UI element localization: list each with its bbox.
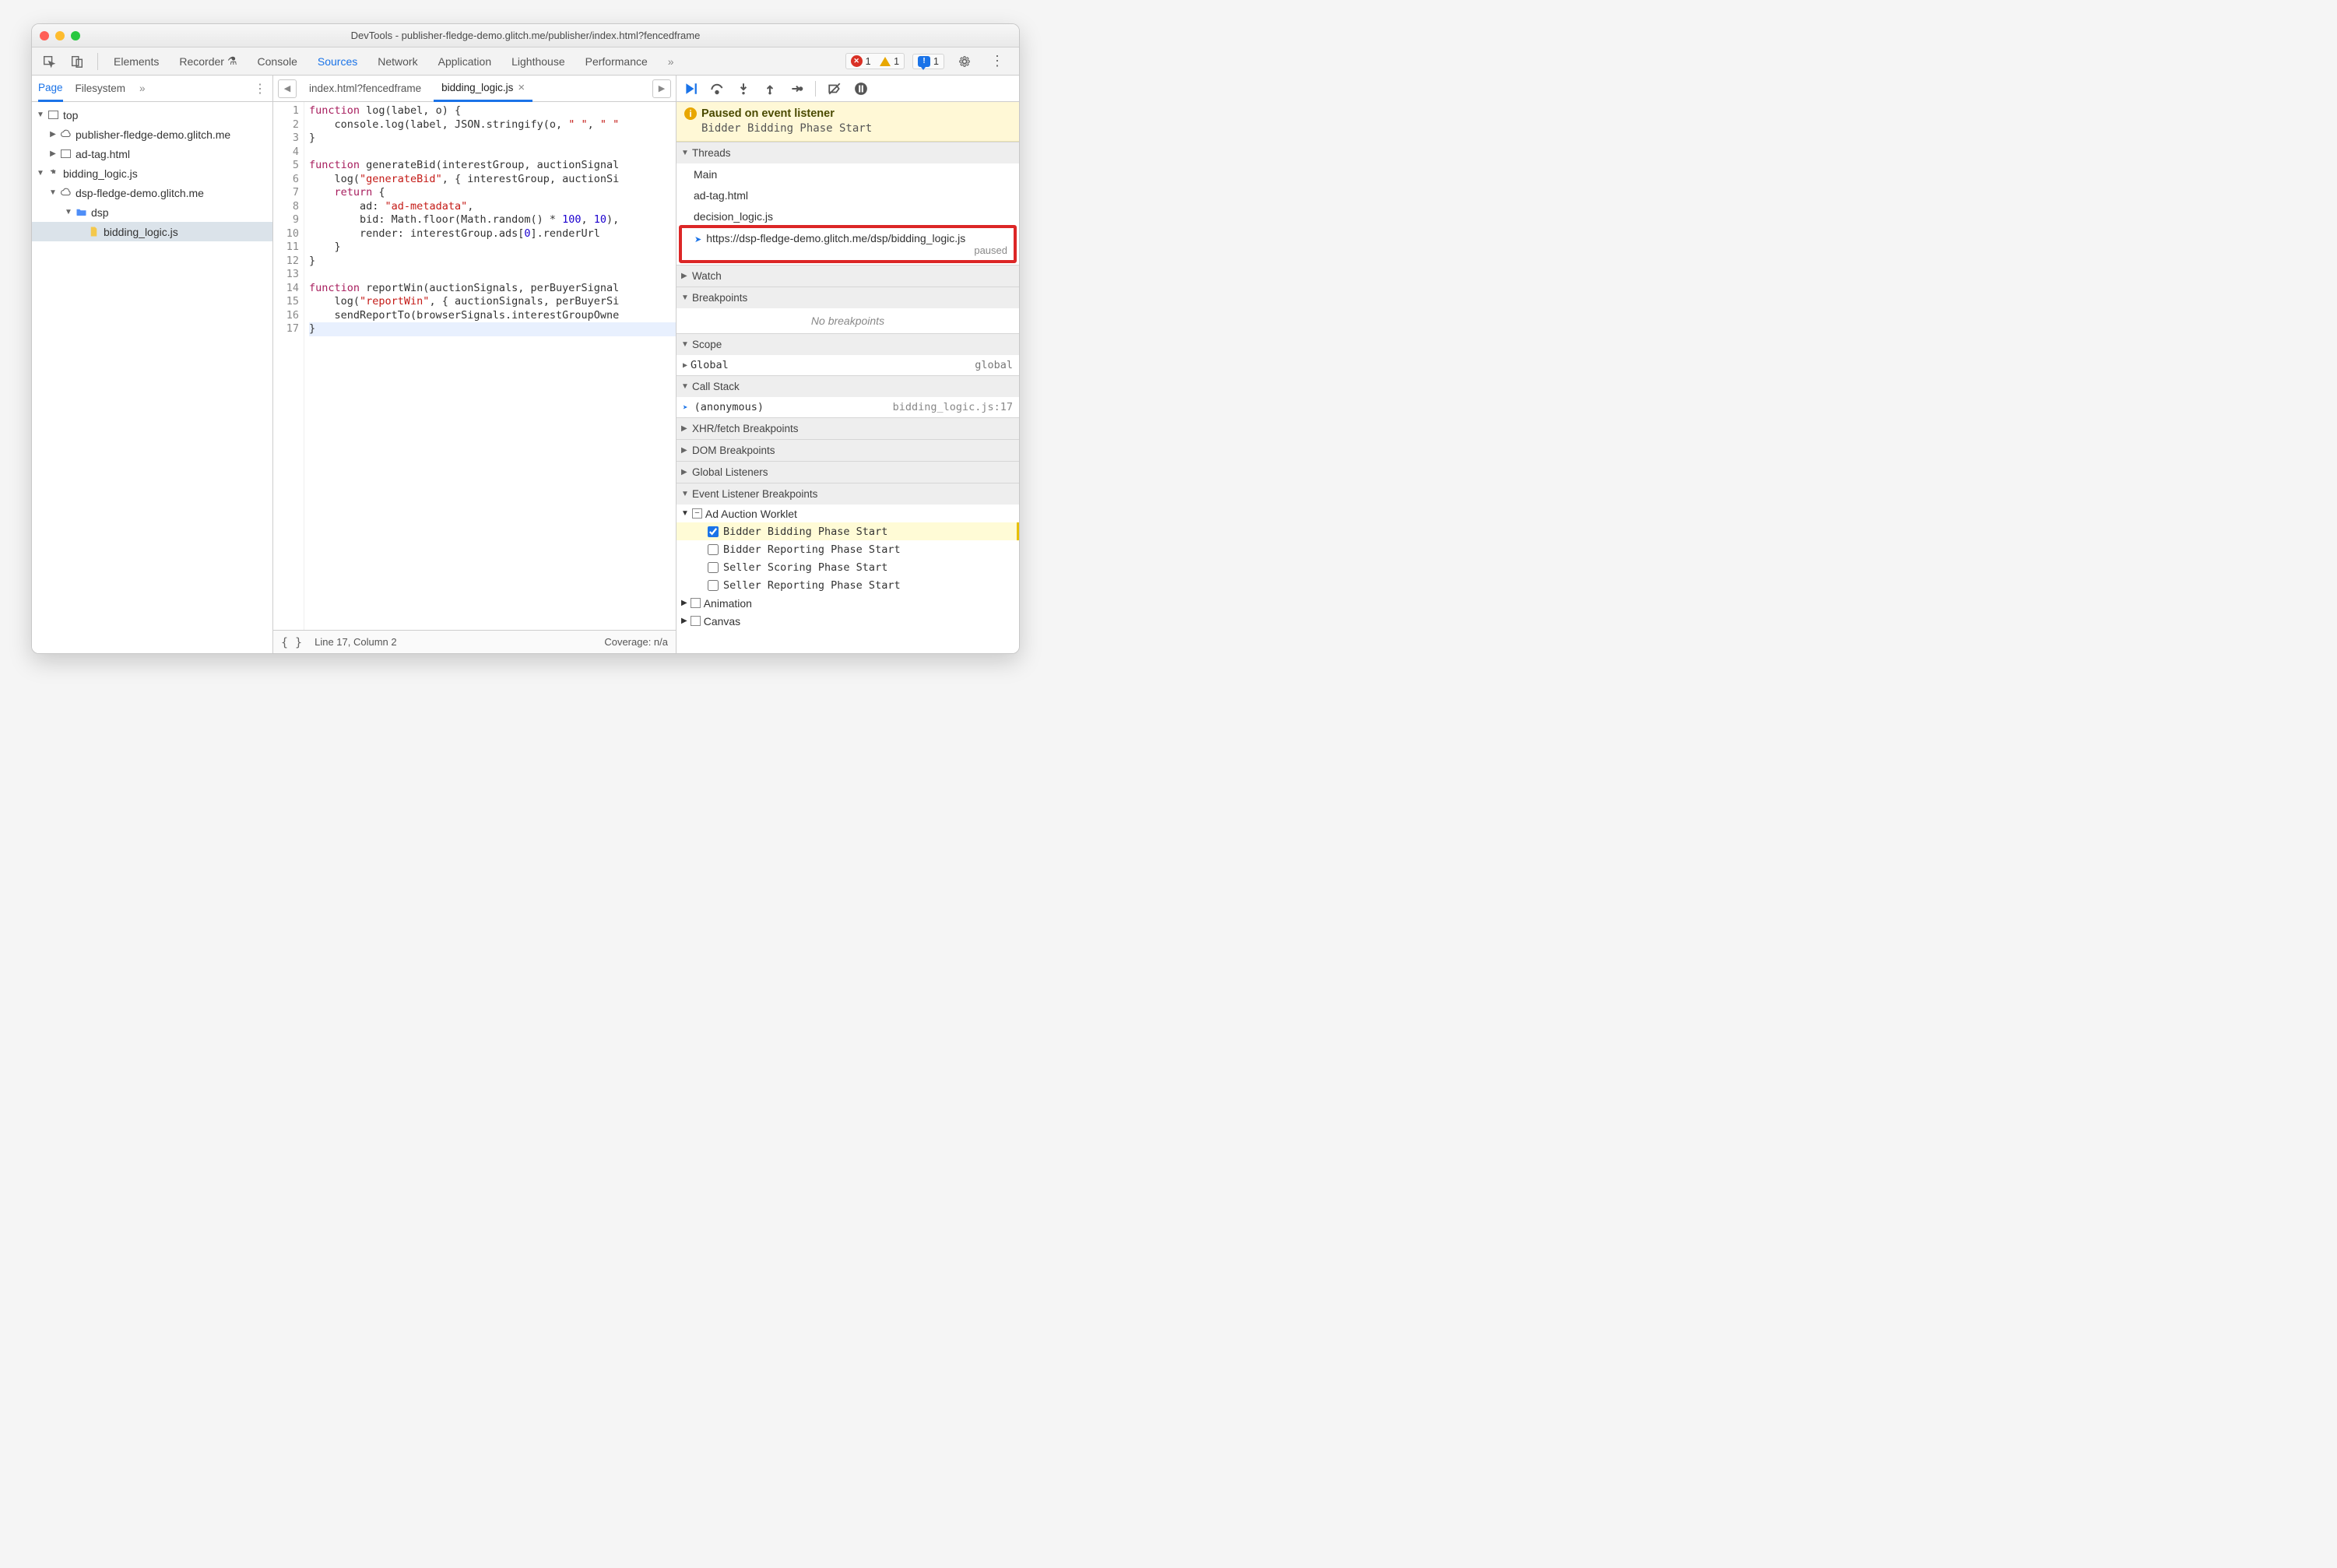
flask-icon: ⚗ xyxy=(227,54,237,68)
line-gutter: 1234567891011121314151617 xyxy=(273,102,304,630)
file-tree: ▼top ▶publisher-fledge-demo.glitch.me ▶a… xyxy=(32,102,272,653)
tab-console[interactable]: Console xyxy=(256,54,299,68)
paused-banner: iPaused on event listener Bidder Bidding… xyxy=(676,102,1019,142)
event-bp-checkbox[interactable] xyxy=(708,544,719,555)
debugger-panel: iPaused on event listener Bidder Bidding… xyxy=(676,76,1019,653)
event-bp-checkbox[interactable] xyxy=(708,526,719,537)
section-watch[interactable]: ▶Watch xyxy=(676,265,1019,287)
section-scope[interactable]: ▼Scope xyxy=(676,334,1019,355)
navtab-more-icon[interactable]: » xyxy=(139,76,146,102)
event-bp-seller-scoring-start[interactable]: Seller Scoring Phase Start xyxy=(676,558,1019,576)
tab-application[interactable]: Application xyxy=(437,54,494,68)
tree-frame-top[interactable]: ▼top xyxy=(32,105,272,125)
tab-sources[interactable]: Sources xyxy=(316,54,359,68)
coverage-status: Coverage: n/a xyxy=(604,636,668,648)
gear-icon xyxy=(46,167,60,180)
step-over-icon[interactable] xyxy=(709,81,725,97)
close-tab-icon[interactable]: × xyxy=(518,81,525,94)
event-bp-checkbox[interactable] xyxy=(708,580,719,591)
section-event-breakpoints[interactable]: ▼Event Listener Breakpoints xyxy=(676,483,1019,505)
cloud-icon xyxy=(58,128,72,141)
editor-tab-bidding[interactable]: bidding_logic.js× xyxy=(434,76,532,102)
device-toggle-icon[interactable] xyxy=(65,51,90,72)
section-xhr[interactable]: ▶XHR/fetch Breakpoints xyxy=(676,418,1019,439)
tree-adtag-frame[interactable]: ▶ad-tag.html xyxy=(32,144,272,163)
step-into-icon[interactable] xyxy=(736,81,751,97)
thread-decision[interactable]: decision_logic.js xyxy=(676,206,1019,227)
file-icon xyxy=(86,226,100,238)
tab-recorder[interactable]: Recorder⚗ xyxy=(177,54,238,68)
cloud-icon xyxy=(58,187,72,199)
editor-panel: ◀ index.html?fencedframe bidding_logic.j… xyxy=(273,76,676,653)
frame-icon xyxy=(46,109,60,121)
event-group-animation[interactable]: ▶Animation xyxy=(676,594,1019,612)
event-group-canvas[interactable]: ▶Canvas xyxy=(676,612,1019,630)
section-threads[interactable]: ▼Threads xyxy=(676,142,1019,163)
event-bp-bidder-reporting-start[interactable]: Bidder Reporting Phase Start xyxy=(676,540,1019,558)
section-dom[interactable]: ▶DOM Breakpoints xyxy=(676,440,1019,461)
main-content: Page Filesystem » ⋮ ▼top ▶publisher-fled… xyxy=(32,76,1019,653)
navtab-kebab-icon[interactable]: ⋮ xyxy=(254,81,266,97)
tab-elements[interactable]: Elements xyxy=(112,54,160,68)
tree-folder-dsp[interactable]: ▼dsp xyxy=(32,202,272,222)
tab-lighthouse[interactable]: Lighthouse xyxy=(510,54,567,68)
callstack-frame-0[interactable]: ➤(anonymous)bidding_logic.js:17 xyxy=(676,397,1019,417)
tree-origin-dsp[interactable]: ▼dsp-fledge-demo.glitch.me xyxy=(32,183,272,202)
error-count[interactable]: ✕1 1 xyxy=(845,53,905,69)
issues-count[interactable]: !1 xyxy=(912,54,944,69)
navtab-filesystem[interactable]: Filesystem xyxy=(76,76,126,102)
section-callstack[interactable]: ▼Call Stack xyxy=(676,376,1019,397)
inspect-element-icon[interactable] xyxy=(37,51,62,72)
cursor-position: Line 17, Column 2 xyxy=(315,636,397,648)
navtab-page[interactable]: Page xyxy=(38,76,63,102)
editor-tab-index[interactable]: index.html?fencedframe xyxy=(301,76,429,102)
step-icon[interactable] xyxy=(789,81,804,97)
scope-global[interactable]: ▶Globalglobal xyxy=(676,355,1019,375)
editor-statusbar: { } Line 17, Column 2 Coverage: n/a xyxy=(273,630,676,653)
tab-performance[interactable]: Performance xyxy=(584,54,649,68)
warning-icon xyxy=(880,57,891,66)
pretty-print-icon[interactable]: { } xyxy=(281,635,302,649)
navigator-panel: Page Filesystem » ⋮ ▼top ▶publisher-fled… xyxy=(32,76,273,653)
event-group-ad-auction[interactable]: ▼−Ad Auction Worklet xyxy=(676,505,1019,522)
window-title: DevTools - publisher-fledge-demo.glitch.… xyxy=(32,30,1019,41)
tree-file-bidding-logic[interactable]: bidding_logic.js xyxy=(32,222,272,241)
run-snippet-icon[interactable]: ▶ xyxy=(652,79,671,98)
step-out-icon[interactable] xyxy=(762,81,778,97)
kebab-menu-icon[interactable]: ⋮ xyxy=(985,51,1010,72)
tree-origin-publisher[interactable]: ▶publisher-fledge-demo.glitch.me xyxy=(32,125,272,144)
tab-network[interactable]: Network xyxy=(376,54,419,68)
more-tabs-icon[interactable]: » xyxy=(666,54,676,68)
event-bp-bidder-bidding-start[interactable]: Bidder Bidding Phase Start xyxy=(676,522,1019,540)
main-toolbar: Elements Recorder⚗ Console Sources Netwo… xyxy=(32,47,1019,76)
tree-worklet-bidding[interactable]: ▼bidding_logic.js xyxy=(32,163,272,183)
pause-exceptions-icon[interactable] xyxy=(853,81,869,97)
thread-adtag[interactable]: ad-tag.html xyxy=(676,185,1019,206)
code-area[interactable]: function log(label, o) { console.log(lab… xyxy=(304,102,676,630)
debug-controls xyxy=(676,76,1019,102)
folder-icon xyxy=(74,206,88,219)
section-global-listeners[interactable]: ▶Global Listeners xyxy=(676,462,1019,483)
no-breakpoints-label: No breakpoints xyxy=(676,308,1019,333)
settings-icon[interactable] xyxy=(952,51,977,72)
code-editor[interactable]: 1234567891011121314151617 function log(l… xyxy=(273,102,676,630)
thread-main[interactable]: Main xyxy=(676,163,1019,185)
event-bp-checkbox[interactable] xyxy=(708,562,719,573)
event-bp-seller-reporting-start[interactable]: Seller Reporting Phase Start xyxy=(676,576,1019,594)
section-breakpoints[interactable]: ▼Breakpoints xyxy=(676,287,1019,308)
nav-back-icon[interactable]: ◀ xyxy=(278,79,297,98)
resume-icon[interactable] xyxy=(683,81,698,97)
deactivate-breakpoints-icon[interactable] xyxy=(827,81,842,97)
devtools-window: DevTools - publisher-fledge-demo.glitch.… xyxy=(31,23,1020,654)
titlebar: DevTools - publisher-fledge-demo.glitch.… xyxy=(32,24,1019,47)
thread-current-highlighted[interactable]: https://dsp-fledge-demo.glitch.me/dsp/bi… xyxy=(679,225,1017,263)
frame-icon xyxy=(58,148,72,160)
info-icon: i xyxy=(684,107,697,120)
